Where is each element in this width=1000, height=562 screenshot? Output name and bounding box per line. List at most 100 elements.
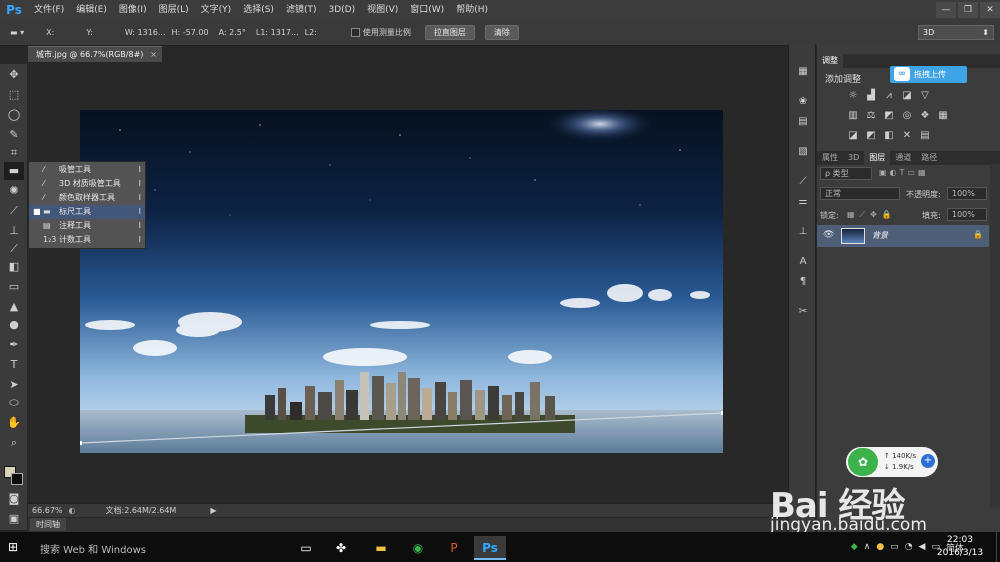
exposure-icon[interactable]: ◪ bbox=[901, 90, 913, 101]
character-panel-icon[interactable]: A bbox=[794, 254, 812, 270]
posterize-icon[interactable]: ◩ bbox=[865, 130, 877, 141]
straighten-layer-button[interactable]: 拉直图层 bbox=[424, 25, 475, 40]
green-app-icon[interactable]: ◉ bbox=[402, 536, 434, 560]
vibrance-icon[interactable]: ▽ bbox=[919, 90, 931, 101]
crop-tool-icon[interactable]: ⌗ bbox=[4, 144, 24, 162]
stamp-tool-icon[interactable]: ⊥ bbox=[4, 222, 24, 240]
tool-presets-icon[interactable]: ✂ bbox=[794, 304, 812, 320]
file-explorer-icon[interactable]: ▬ bbox=[365, 536, 397, 560]
opacity-input[interactable]: 100% bbox=[947, 187, 987, 200]
tool-preset-picker[interactable]: ▬ ▾ bbox=[10, 28, 24, 37]
flyout-count-tool[interactable]: 1₂3 计数工具 I bbox=[29, 233, 145, 247]
brush-presets-icon[interactable]: ⚌ bbox=[794, 194, 812, 210]
zoom-level[interactable]: 66.67% bbox=[32, 506, 63, 515]
navigator-panel-icon[interactable]: ▧ bbox=[794, 144, 812, 160]
path-select-icon[interactable]: ➤ bbox=[4, 376, 24, 394]
marquee-tool-icon[interactable]: ⬚ bbox=[4, 86, 24, 104]
menu-image[interactable]: 图像(I) bbox=[113, 0, 153, 20]
paragraph-panel-icon[interactable]: ¶ bbox=[794, 274, 812, 290]
quick-mask-icon[interactable]: ◙ bbox=[4, 490, 24, 508]
lock-icons[interactable]: ▦⟋✥🔒 bbox=[847, 210, 897, 220]
brush-panel-icon[interactable]: ⟋ bbox=[794, 174, 812, 190]
windows-start-icon[interactable]: ⊞ bbox=[8, 540, 22, 554]
threshold-icon[interactable]: ◧ bbox=[883, 130, 895, 141]
swatches-panel-icon[interactable]: ▤ bbox=[794, 114, 812, 130]
status-menu-arrow[interactable]: ▶ bbox=[210, 506, 216, 515]
clone-source-icon[interactable]: ⊥ bbox=[794, 224, 812, 240]
history-brush-icon[interactable]: ⟋ bbox=[4, 240, 24, 258]
tab-layers[interactable]: 图层 bbox=[864, 151, 891, 165]
menu-help[interactable]: 帮助(H) bbox=[450, 0, 494, 20]
tab-3d[interactable]: 3D bbox=[843, 151, 864, 165]
task-view-icon[interactable]: ▭ bbox=[290, 536, 322, 560]
timeline-tab-label[interactable]: 时间轴 bbox=[30, 518, 66, 531]
fan-app-icon[interactable]: ✤ bbox=[325, 536, 357, 560]
menu-type[interactable]: 文字(Y) bbox=[195, 0, 238, 20]
layer-name[interactable]: 背景 bbox=[872, 230, 888, 241]
brush-tool-icon[interactable]: ⟋ bbox=[4, 202, 24, 220]
wifi-app-icon[interactable]: ◆ bbox=[851, 542, 858, 552]
tab-properties[interactable]: 属性 bbox=[817, 151, 843, 165]
volume-icon[interactable]: ◀ bbox=[919, 542, 926, 552]
healing-tool-icon[interactable]: ✺ bbox=[4, 182, 24, 200]
show-desktop-button[interactable] bbox=[996, 532, 1000, 562]
minimize-button[interactable]: — bbox=[936, 2, 956, 18]
menu-file[interactable]: 文件(F) bbox=[28, 0, 70, 20]
close-icon[interactable]: × bbox=[150, 47, 157, 62]
photoshop-taskbar-icon[interactable]: Ps bbox=[474, 536, 506, 560]
document-tab[interactable]: 城市.jpg @ 66.7%(RGB/8#) × bbox=[28, 46, 162, 62]
taskbar-search[interactable]: 搜索 Web 和 Windows bbox=[40, 541, 146, 556]
network-icon[interactable]: ◔ bbox=[905, 542, 913, 552]
channel-mixer-icon[interactable]: ❖ bbox=[919, 110, 931, 121]
workspace-select[interactable]: 3D ⬍ bbox=[918, 25, 994, 40]
type-tool-icon[interactable]: T bbox=[4, 356, 24, 374]
layer-row-background[interactable]: 👁 背景 🔒 bbox=[817, 225, 989, 247]
tab-adjustments[interactable]: 调整 bbox=[817, 54, 843, 68]
fill-input[interactable]: 100% bbox=[947, 208, 987, 221]
eye-icon[interactable]: 👁 bbox=[823, 230, 834, 240]
tray-app-icon[interactable]: ● bbox=[876, 542, 884, 552]
flyout-ruler-tool[interactable]: ■ ▬ 标尺工具 I bbox=[29, 205, 145, 219]
brightness-icon[interactable]: ☼ bbox=[847, 90, 859, 101]
plus-icon[interactable]: + bbox=[921, 454, 935, 468]
measure-scale-checkbox[interactable] bbox=[350, 28, 360, 37]
menu-select[interactable]: 选择(S) bbox=[237, 0, 280, 20]
status-info-icon[interactable]: ◐ bbox=[69, 506, 76, 515]
black-white-icon[interactable]: ◩ bbox=[883, 110, 895, 121]
invert-icon[interactable]: ◪ bbox=[847, 130, 859, 141]
move-tool-icon[interactable]: ✥ bbox=[4, 66, 24, 84]
flyout-color-sampler-tool[interactable]: ⁄ 颜色取样器工具 I bbox=[29, 191, 145, 205]
hand-tool-icon[interactable]: ✋ bbox=[4, 414, 24, 432]
background-color-swatch[interactable] bbox=[11, 473, 23, 485]
shape-tool-icon[interactable]: ⬭ bbox=[4, 394, 24, 412]
gradient-tool-icon[interactable]: ▭ bbox=[4, 278, 24, 296]
menu-layer[interactable]: 图层(L) bbox=[153, 0, 195, 20]
tab-channels[interactable]: 通道 bbox=[890, 151, 916, 165]
close-button[interactable]: ✕ bbox=[980, 2, 1000, 18]
show-hidden-icons[interactable]: ∧ bbox=[864, 542, 871, 552]
drag-upload-button[interactable]: ∞ 拖拽上传 bbox=[890, 66, 967, 83]
color-panel-icon[interactable]: ❀ bbox=[794, 94, 812, 110]
menu-3d[interactable]: 3D(D) bbox=[322, 0, 361, 20]
restore-button[interactable]: ❐ bbox=[958, 2, 978, 18]
pen-tool-icon[interactable]: ✒ bbox=[4, 336, 24, 354]
photo-filter-icon[interactable]: ◎ bbox=[901, 110, 913, 121]
blend-mode-select[interactable]: 正常 bbox=[820, 187, 900, 200]
powerpoint-icon[interactable]: P bbox=[438, 536, 470, 560]
lasso-tool-icon[interactable]: ◯ bbox=[4, 106, 24, 124]
measure-scale-option[interactable]: 使用测量比例 bbox=[350, 27, 411, 38]
menu-filter[interactable]: 滤镜(T) bbox=[280, 0, 323, 20]
screen-mode-icon[interactable]: ▣ bbox=[4, 510, 24, 528]
battery-icon[interactable]: ▭ bbox=[890, 542, 899, 552]
color-balance-icon[interactable]: ⚖ bbox=[865, 110, 877, 121]
gradient-map-icon[interactable]: ▤ bbox=[919, 130, 931, 141]
selective-color-icon[interactable]: ✕ bbox=[901, 130, 913, 141]
taskbar-clock[interactable]: 22:03 2016/3/13 bbox=[930, 534, 990, 560]
network-speed-widget[interactable]: ✿ ↑ 140K/s ↓ 1.9K/s + bbox=[846, 447, 938, 477]
panel-scrollbar[interactable] bbox=[990, 164, 1000, 509]
clear-button[interactable]: 清除 bbox=[484, 25, 519, 40]
hue-saturation-icon[interactable]: ▥ bbox=[847, 110, 859, 121]
zoom-tool-icon[interactable]: ⌕ bbox=[4, 434, 24, 452]
tab-paths[interactable]: 路径 bbox=[916, 151, 942, 165]
menu-view[interactable]: 视图(V) bbox=[361, 0, 404, 20]
